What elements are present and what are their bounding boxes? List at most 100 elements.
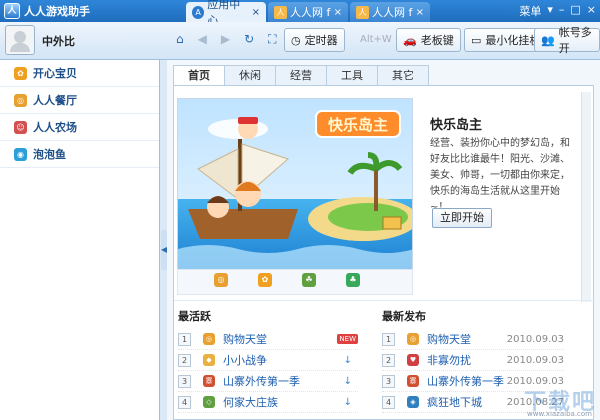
tab-business[interactable]: 经营 xyxy=(275,65,327,85)
most-active-list: 1 ◎ 购物天堂 NEW 2 ◆ 小小战争 ↓ 3 寨 山寨外传第一季 ↓ 4 … xyxy=(178,329,358,413)
sidebar-item-farm[interactable]: ☺ 人人农场 xyxy=(0,114,159,141)
tab-renren-1[interactable]: 人 人人网 f × xyxy=(268,2,348,22)
renren-icon: 人 xyxy=(274,5,287,19)
start-button[interactable]: 立即开始 xyxy=(432,208,492,228)
game-icon: ◎ xyxy=(407,333,419,345)
thumbnail-island-icon[interactable]: ♣ xyxy=(346,273,360,287)
sidebar: ✿ 开心宝贝 ◎ 人人餐厅 ☺ 人人农场 ◉ 泡泡鱼 xyxy=(0,60,160,420)
home-icon[interactable]: ⌂ xyxy=(176,32,184,47)
rank-number: 2 xyxy=(382,353,395,367)
rank-number: 4 xyxy=(382,395,395,409)
featured-banner[interactable]: 快乐岛主 xyxy=(177,98,413,270)
game-icon: ◆ xyxy=(203,354,215,366)
tab-close-icon[interactable]: × xyxy=(416,7,424,18)
app-title-area: 人 人人游戏助手 xyxy=(4,3,90,19)
back-icon[interactable]: ◀ xyxy=(198,32,207,47)
nav-icons: ⌂ ◀ ▶ ↻ ⛶ xyxy=(176,32,277,47)
thumbnail-restaurant-icon[interactable]: ◎ xyxy=(214,273,228,287)
toolbar: 中外比 ⌂ ◀ ▶ ↻ ⛶ ◷ 定时器 Alt+W 🚗 老板键 ▭ 最小化挂机 … xyxy=(0,22,600,60)
trend-down-icon: ↓ xyxy=(343,354,352,366)
most-active-title: 最活跃 xyxy=(178,310,211,323)
timer-button[interactable]: ◷ 定时器 xyxy=(284,28,345,52)
menu-button[interactable]: 菜单 xyxy=(519,3,541,19)
list-item[interactable]: 1 ◎ 购物天堂 2010.09.03 xyxy=(382,329,564,350)
list-item[interactable]: 1 ◎ 购物天堂 NEW xyxy=(178,329,358,350)
list-item[interactable]: 4 ◇ 何家大庄族 ↓ xyxy=(178,392,358,413)
list-item[interactable]: 2 ◆ 小小战争 ↓ xyxy=(178,350,358,371)
scrollbar[interactable] xyxy=(581,92,591,302)
minimize-hang-label: 最小化挂机 xyxy=(485,34,541,47)
boss-key-button[interactable]: 🚗 老板键 xyxy=(396,28,461,52)
minimize-button[interactable]: – xyxy=(559,3,565,19)
avatar[interactable] xyxy=(5,25,35,55)
featured-title: 快乐岛主 xyxy=(430,118,483,133)
trend-down-icon: ↓ xyxy=(343,375,352,387)
game-name[interactable]: 购物天堂 xyxy=(427,331,471,347)
watermark-url: www.xiazaiba.com xyxy=(527,410,592,418)
tab-tools[interactable]: 工具 xyxy=(326,65,378,85)
game-name[interactable]: 非寡勿扰 xyxy=(427,352,471,368)
refresh-icon[interactable]: ↻ xyxy=(244,32,254,47)
renren-icon: 人 xyxy=(356,5,369,19)
game-icon: 寨 xyxy=(407,375,419,387)
forward-icon[interactable]: ▶ xyxy=(221,32,230,47)
rank-number: 3 xyxy=(178,374,191,388)
browser-tabs: A 应用中心 × 人 人人网 f × 人 人人网 f × xyxy=(186,0,430,27)
close-button[interactable]: × xyxy=(587,3,596,19)
thumbnail-farm-icon[interactable]: ☘ xyxy=(302,273,316,287)
rank-number: 1 xyxy=(382,332,395,346)
list-item[interactable]: 2 ♥ 非寡勿扰 2010.09.03 xyxy=(382,350,564,371)
release-date: 2010.09.03 xyxy=(506,354,564,366)
app-center-icon: A xyxy=(192,5,205,19)
rank-number: 2 xyxy=(178,353,191,367)
sidebar-item-bubble-fish[interactable]: ◉ 泡泡鱼 xyxy=(0,141,159,168)
game-name[interactable]: 山寨外传第一季 xyxy=(427,373,504,389)
sidebar-item-restaurant[interactable]: ◎ 人人餐厅 xyxy=(0,87,159,114)
app-title: 人人游戏助手 xyxy=(24,5,90,18)
tab-close-icon[interactable]: × xyxy=(252,7,260,18)
chevron-down-icon[interactable]: ▾ xyxy=(547,3,553,19)
username: 中外比 xyxy=(42,35,75,48)
avatar-head xyxy=(14,31,26,43)
happy-baby-icon: ✿ xyxy=(14,66,27,80)
tab-label: 人人网 f xyxy=(290,6,331,19)
maximize-button[interactable]: □ xyxy=(570,3,580,19)
sidebar-item-label: 开心宝贝 xyxy=(33,67,77,80)
banner-title: 快乐岛主 xyxy=(328,116,388,134)
game-name[interactable]: 小小战争 xyxy=(223,352,267,368)
tab-close-icon[interactable]: × xyxy=(334,7,342,18)
content-area: 快乐岛主 快乐岛主 经营、装扮你心中的梦幻岛，和好友比比谁最牛！阳光、沙滩、美女… xyxy=(173,85,595,420)
game-name[interactable]: 何家大庄族 xyxy=(223,394,278,410)
sidebar-item-label: 泡泡鱼 xyxy=(33,148,66,161)
game-icon: 寨 xyxy=(203,375,215,387)
game-name[interactable]: 山寨外传第一季 xyxy=(223,373,300,389)
avatar-body xyxy=(10,43,30,52)
restaurant-icon: ◎ xyxy=(14,93,27,107)
rank-number: 4 xyxy=(178,395,191,409)
tab-other[interactable]: 其它 xyxy=(377,65,429,85)
sidebar-item-happy-baby[interactable]: ✿ 开心宝贝 xyxy=(0,60,159,87)
bubble-fish-icon: ◉ xyxy=(14,147,27,161)
title-bar: 人 人人游戏助手 A 应用中心 × 人 人人网 f × 人 人人网 f × 菜单… xyxy=(0,0,600,27)
trend-down-icon: ↓ xyxy=(343,396,352,408)
thumbnail-happy-baby-icon[interactable]: ✿ xyxy=(258,273,272,287)
latest-title: 最新发布 xyxy=(382,310,426,323)
rank-number: 3 xyxy=(382,374,395,388)
list-item[interactable]: 3 寨 山寨外传第一季 ↓ xyxy=(178,371,358,392)
multi-account-button[interactable]: 👥 帐号多开 xyxy=(534,26,600,55)
users-icon: 👥 xyxy=(541,33,555,47)
tab-casual[interactable]: 休闲 xyxy=(224,65,276,85)
banner-illustration: 快乐岛主 xyxy=(178,99,412,269)
game-name[interactable]: 疯狂地下城 xyxy=(427,394,482,410)
fullscreen-icon[interactable]: ⛶ xyxy=(268,32,276,47)
game-icon: ◎ xyxy=(203,333,215,345)
tab-home[interactable]: 首页 xyxy=(173,65,225,85)
featured-thumbnails: ◎ ✿ ☘ ♣ xyxy=(214,273,360,287)
game-name[interactable]: 购物天堂 xyxy=(223,331,267,347)
app-logo-icon: 人 xyxy=(4,3,20,19)
tab-app-center[interactable]: A 应用中心 × xyxy=(186,0,266,27)
boss-key-label: 老板键 xyxy=(420,34,454,47)
tab-renren-2[interactable]: 人 人人网 f × xyxy=(350,2,430,22)
release-date: 2010.09.03 xyxy=(506,333,564,345)
section-divider xyxy=(174,300,595,301)
